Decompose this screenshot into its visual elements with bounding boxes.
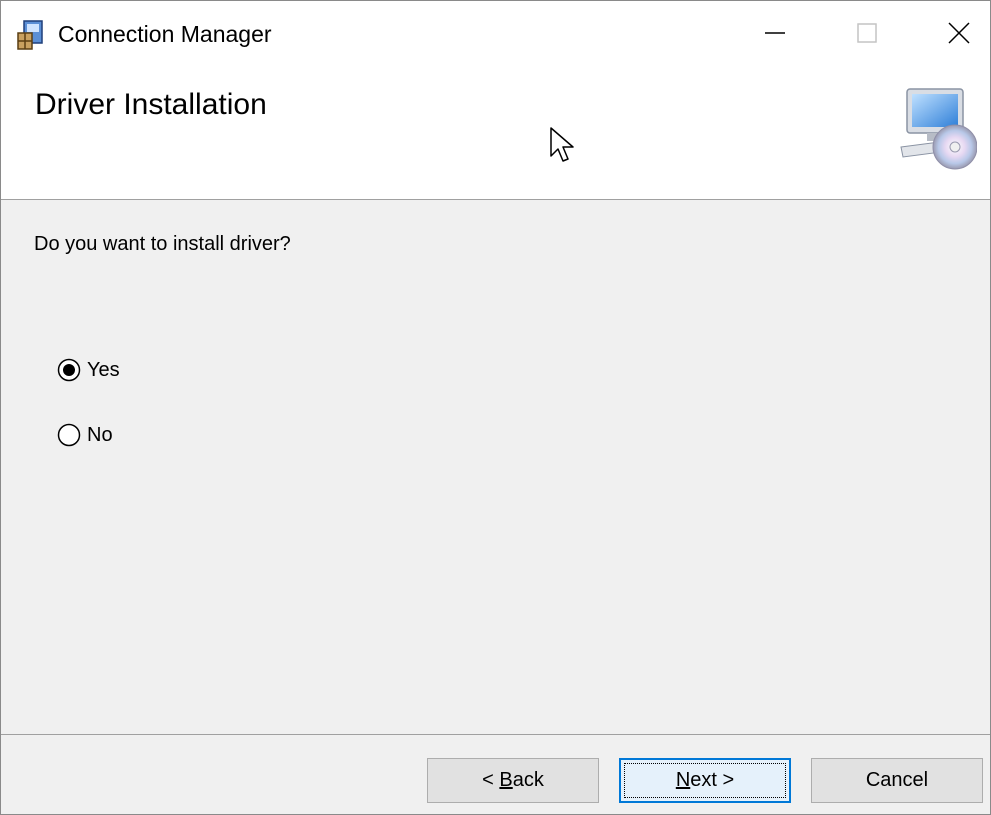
cancel-button[interactable]: Cancel	[811, 758, 983, 803]
footer-divider	[1, 734, 990, 735]
radio-unselected-icon[interactable]	[57, 423, 81, 447]
radio-selected-icon[interactable]	[57, 358, 81, 382]
radio-yes-option[interactable]: Yes	[57, 355, 120, 385]
cancel-button-label: Cancel	[865, 769, 929, 791]
back-button-label: < Back	[482, 769, 544, 791]
close-button[interactable]	[913, 1, 991, 65]
next-button[interactable]: Next >	[619, 758, 791, 803]
back-button[interactable]: < Back	[427, 758, 599, 803]
radio-yes-label[interactable]: Yes	[87, 359, 120, 382]
page-title: Driver Installation	[35, 88, 267, 121]
close-icon	[948, 22, 970, 44]
maximize-button[interactable]	[821, 1, 913, 65]
minimize-button[interactable]	[729, 1, 821, 65]
title-bar[interactable]: Connection Manager	[1, 1, 990, 65]
installer-app-icon	[17, 20, 43, 50]
radio-no-label[interactable]: No	[87, 424, 113, 447]
maximize-icon	[857, 23, 877, 43]
installer-window: Connection Manager Driver Installation D…	[0, 0, 991, 815]
minimize-icon	[765, 32, 785, 34]
computer-disc-icon	[900, 88, 977, 170]
wizard-header: Driver Installation	[1, 65, 990, 200]
install-driver-question: Do you want to install driver?	[34, 233, 291, 255]
window-title: Connection Manager	[58, 21, 272, 47]
next-button-label: Next >	[675, 769, 735, 791]
radio-no-option[interactable]: No	[57, 420, 113, 450]
mouse-pointer-icon	[550, 127, 574, 162]
